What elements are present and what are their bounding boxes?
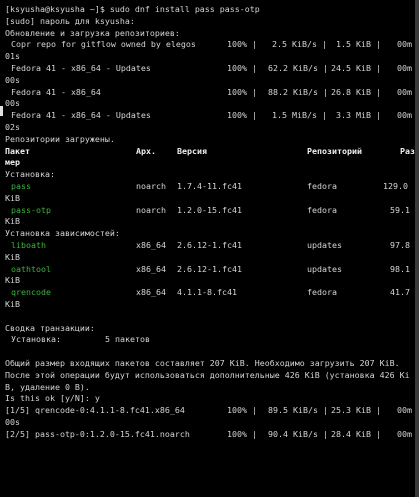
terminal-text: fedora: [307, 204, 337, 215]
scrollbar-thumb[interactable]: [415, 0, 419, 497]
terminal-text: B, удаление 0 B).: [5, 381, 90, 392]
terminal-text: pass-otp: [11, 204, 51, 215]
terminal-text: 1.5 MiB/s |: [272, 110, 327, 121]
terminal-text: Fedora 41 - x86_64: [11, 86, 101, 97]
terminal-text: 00m: [397, 428, 412, 439]
terminal-text: Общий размер входящих пакетов составляет…: [5, 358, 400, 368]
terminal-text: 28.4 KiB |: [331, 428, 381, 439]
terminal-text: 90.4 KiB/s |: [268, 428, 328, 439]
terminal-text: 00m: [397, 86, 412, 97]
terminal-text: 1.7.4-11.fc41: [177, 181, 242, 191]
terminal-text: Репозитории загружены.: [5, 133, 115, 144]
terminal-text: 97.8: [390, 240, 410, 250]
terminal-text: 100% |: [227, 110, 257, 121]
terminal-text: 26.8 KiB |: [331, 86, 381, 97]
terminal-text: 100% |: [227, 86, 257, 97]
terminal-text: После этой операции будут использоваться…: [5, 369, 410, 380]
scrollbar-track[interactable]: [415, 0, 419, 497]
terminal-text: 129.0: [383, 181, 408, 191]
terminal-text: [1/5] qrencode-0:4.1.1-8.fc41.x86_64: [5, 405, 185, 416]
terminal-text: Установка:: [11, 334, 61, 345]
terminal-text: liboath: [11, 240, 46, 250]
terminal-text: 41.7: [390, 287, 410, 298]
terminal-text: 4.1.1-8.fc41: [177, 287, 237, 298]
terminal-text: x86_64: [136, 287, 166, 298]
terminal-text: noarch: [136, 204, 166, 215]
terminal-text: 00m: [397, 39, 412, 50]
terminal-text: 59.1: [390, 204, 410, 215]
terminal-text: noarch: [136, 181, 166, 191]
terminal-text: KiB: [5, 275, 20, 286]
terminal-text: Is this ok [y/N]: y: [5, 393, 100, 404]
terminal-text: 3.3 MiB |: [336, 110, 381, 121]
terminal-text: updates: [307, 240, 342, 250]
terminal-text: 5 пакетов: [105, 334, 150, 345]
terminal-text: qrencode: [11, 287, 51, 298]
text-cursor: [0, 106, 3, 116]
terminal-text: KiB: [5, 216, 20, 227]
terminal-text: updates: [307, 263, 342, 274]
terminal-text: Пакет: [5, 145, 30, 156]
terminal-text: Установка зависимостей:: [5, 228, 120, 239]
terminal-text: 62.2 KiB/s |: [268, 63, 328, 73]
terminal-text: 2.6.12-1.fc41: [177, 263, 242, 274]
terminal-text: 00m: [397, 405, 412, 416]
terminal-text: Установка:: [5, 169, 55, 180]
terminal-text: 00m: [397, 110, 412, 121]
terminal-text: KiB: [5, 251, 20, 262]
terminal-window[interactable]: [ksyusha@ksyusha ~]$ sudo dnf install pa…: [0, 0, 419, 497]
terminal-text: fedora: [307, 181, 337, 191]
terminal-text: 25.3 KiB |: [331, 405, 381, 416]
terminal-text: 00s: [5, 417, 20, 427]
terminal-text: [sudo] пароль для ksyusha:: [5, 15, 135, 26]
terminal-text: x86_64: [136, 263, 166, 274]
terminal-text: Версия: [177, 145, 207, 156]
terminal-text: Copr repo for gitflow owned by elegos: [11, 39, 196, 50]
terminal-text: oathtool: [11, 263, 51, 274]
terminal-text: KiB: [5, 299, 20, 309]
terminal-text: Сводка транзакции:: [5, 322, 95, 333]
terminal-text: 89.5 KiB/s |: [268, 405, 328, 416]
terminal-text: 02s: [5, 122, 20, 132]
terminal-text: [2/5] pass-otp-0:1.2.0-15.fc41.noarch: [5, 428, 190, 439]
terminal-text: Fedora 41 - x86_64 - Updates: [11, 110, 151, 121]
terminal-text: 100% |: [227, 405, 257, 416]
terminal-text: 100% |: [227, 63, 257, 73]
terminal-text: мер: [5, 157, 20, 168]
terminal-text: 1.2.0-15.fc41: [177, 204, 242, 215]
terminal-text: 24.5 KiB |: [331, 63, 381, 73]
terminal-text: Fedora 41 - x86_64 - Updates: [11, 63, 151, 73]
terminal-text: 100% |: [227, 39, 257, 50]
terminal-text: [ksyusha@ksyusha ~]$ sudo dnf install pa…: [5, 4, 260, 14]
terminal-text: KiB: [5, 192, 20, 203]
terminal-text: 1.5 KiB |: [336, 39, 381, 50]
terminal-text: pass: [11, 181, 31, 191]
terminal-text: 88.2 KiB/s |: [268, 86, 328, 97]
terminal-text: 00m: [397, 63, 412, 73]
terminal-text: Раз: [400, 145, 415, 156]
terminal-text: 100% |: [227, 428, 257, 439]
terminal-text: Репозиторий: [307, 145, 362, 156]
terminal-text: 00s: [5, 74, 20, 85]
terminal-text: x86_64: [136, 240, 166, 250]
terminal-text: Арх.: [136, 145, 156, 156]
terminal-text: 01s: [5, 51, 20, 62]
terminal-text: Обновление и загрузка репозиториев:: [5, 27, 180, 38]
terminal-text: 2.5 KiB/s |: [272, 39, 327, 50]
terminal-text: 98.1: [390, 263, 410, 274]
terminal-text: fedora: [307, 287, 337, 298]
terminal-text: 2.6.12-1.fc41: [177, 240, 242, 250]
terminal-text: 00s: [5, 98, 20, 109]
